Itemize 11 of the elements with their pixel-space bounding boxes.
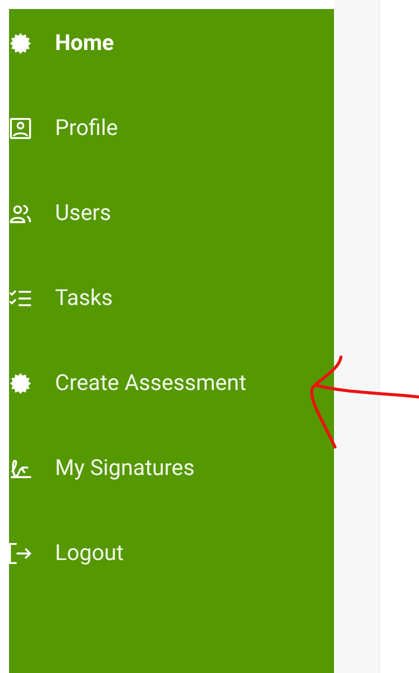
- sidebar-item[interactable]: Logout: [9, 532, 334, 574]
- sidebar-item[interactable]: My Signatures: [9, 447, 334, 489]
- badge-icon: [9, 372, 32, 394]
- sidebar-item[interactable]: Users: [9, 192, 334, 234]
- badge-icon: [9, 32, 32, 54]
- profile-icon: [9, 116, 32, 140]
- sidebar-item[interactable]: Tasks: [9, 277, 334, 319]
- logout-icon: [9, 542, 32, 564]
- sidebar-item[interactable]: Home: [9, 22, 334, 64]
- sidebar-item[interactable]: Profile: [9, 107, 334, 149]
- sidebar-item[interactable]: Create Assessment: [9, 362, 334, 404]
